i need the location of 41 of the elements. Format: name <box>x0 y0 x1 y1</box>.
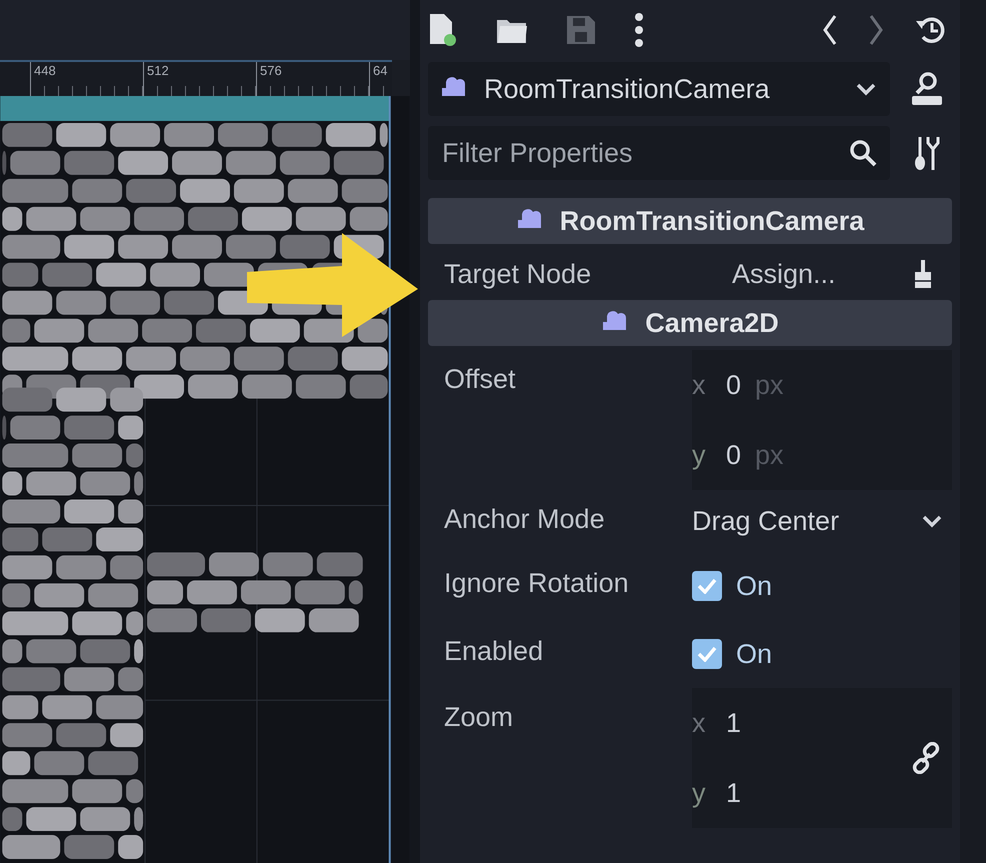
save-icon[interactable] <box>566 15 596 45</box>
clear-icon[interactable] <box>912 259 934 289</box>
checkbox-label: On <box>736 638 772 670</box>
checkbox-label: On <box>736 570 772 602</box>
property-label: Target Node <box>444 258 592 290</box>
tools-icon[interactable] <box>914 135 940 171</box>
checkmark-icon <box>697 578 717 594</box>
filter-input[interactable]: Filter Properties <box>440 136 834 170</box>
number-field[interactable]: y 1 <box>692 758 910 828</box>
ruler-label: 576 <box>259 63 282 78</box>
filter-field[interactable]: Filter Properties <box>428 126 890 180</box>
section-header[interactable]: Camera2D <box>428 300 952 346</box>
search-icon <box>848 138 878 168</box>
assign-button[interactable]: Assign... <box>732 248 836 300</box>
checkmark-icon <box>697 646 717 662</box>
node-selector[interactable]: RoomTransitionCamera <box>428 62 890 116</box>
forward-icon[interactable] <box>868 14 884 46</box>
property-label: Ignore Rotation <box>444 567 630 599</box>
ruler-label: 64 <box>372 63 388 78</box>
property-label: Zoom <box>444 701 514 733</box>
back-icon[interactable] <box>822 14 838 46</box>
property-label: Enabled <box>444 635 544 667</box>
documentation-search-icon[interactable] <box>910 71 944 107</box>
number-field[interactable]: x 1 <box>692 688 910 758</box>
link-icon[interactable] <box>910 742 942 774</box>
chevron-down-icon <box>854 81 878 97</box>
ruler-label: 448 <box>33 63 56 78</box>
node-name: RoomTransitionCamera <box>484 74 771 104</box>
more-options-icon[interactable] <box>634 12 644 48</box>
chevron-down-icon <box>920 513 944 529</box>
number-field[interactable]: y 0 px <box>692 420 952 490</box>
ruler-label: 512 <box>146 63 169 78</box>
checkbox[interactable] <box>692 571 722 601</box>
property-label: Anchor Mode <box>444 503 606 535</box>
section-header[interactable]: RoomTransitionCamera <box>428 198 952 244</box>
number-field[interactable]: x 0 px <box>692 350 952 420</box>
property-label: Offset <box>444 363 517 395</box>
new-script-icon[interactable] <box>428 13 458 47</box>
checkbox[interactable] <box>692 639 722 669</box>
anchor-mode-dropdown[interactable]: Drag Center <box>692 490 952 552</box>
history-icon[interactable] <box>914 15 946 45</box>
